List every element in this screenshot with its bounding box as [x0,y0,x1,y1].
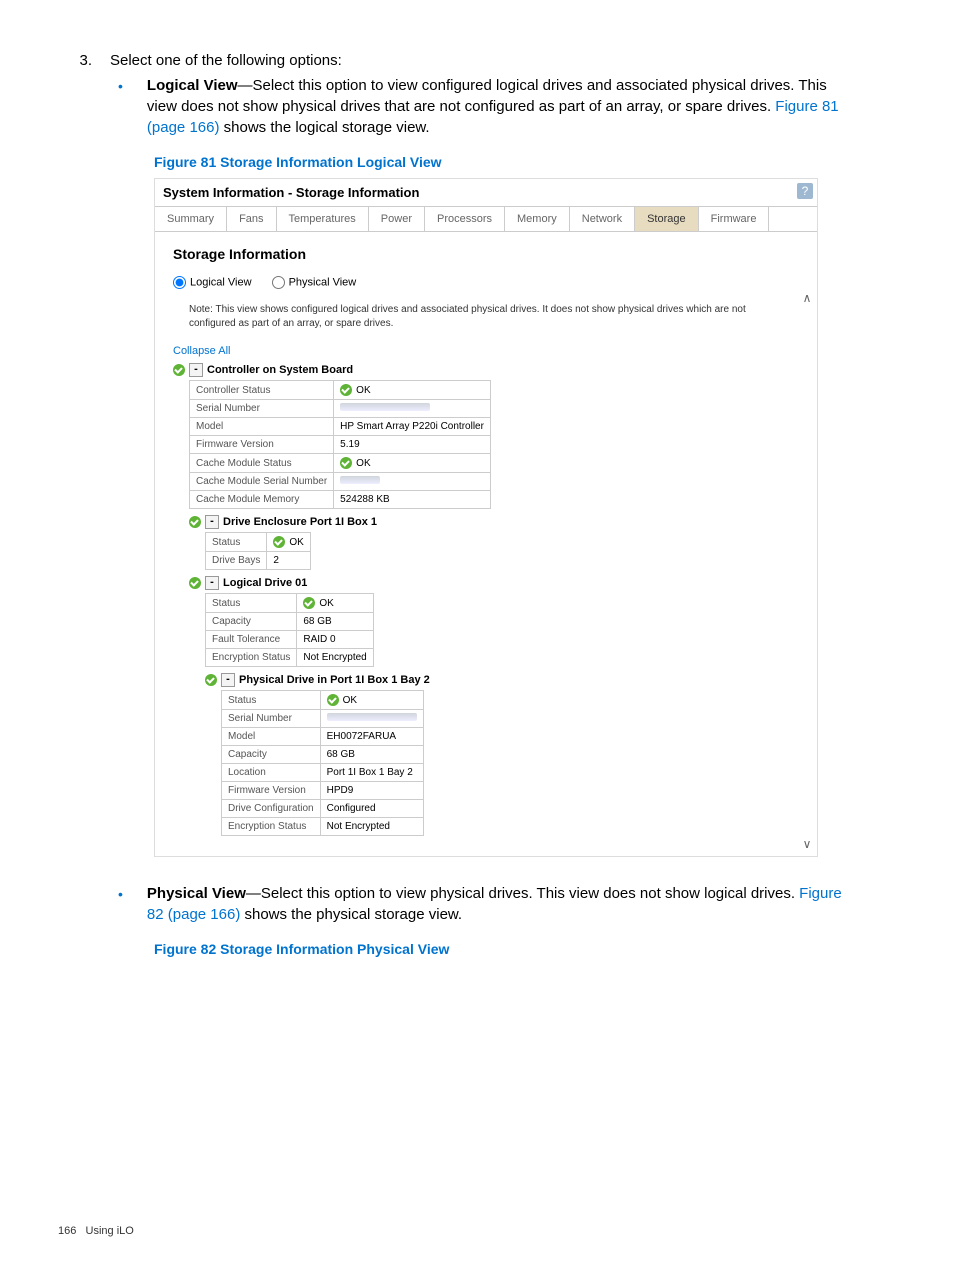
table-row: Firmware VersionHPD9 [222,782,424,800]
tab-network[interactable]: Network [570,207,635,231]
tab-memory[interactable]: Memory [505,207,570,231]
logical-drive-header[interactable]: - Logical Drive 01 [189,576,799,590]
radio-logical[interactable]: Logical View [173,276,252,289]
collapse-all-link[interactable]: Collapse All [173,345,799,357]
tab-bar: SummaryFansTemperaturesPowerProcessorsMe… [155,206,817,232]
bullet-body: Logical View—Select this option to view … [147,75,847,138]
collapse-toggle-icon[interactable]: - [221,673,235,687]
figure-caption: Figure 82 Storage Information Physical V… [154,941,896,957]
table-row: Firmware Version5.19 [190,436,491,454]
page-footer: 166 Using iLO [58,1225,134,1237]
radio-physical[interactable]: Physical View [272,276,357,289]
scroll-down-icon[interactable]: ∨ [799,836,815,852]
ok-icon [205,674,217,686]
bullet-title: Logical View [147,77,238,94]
system-info-panel: System Information - Storage Information… [154,178,818,857]
controller-table: Controller StatusOKSerial NumberModelHP … [189,380,491,509]
bullet-body: Physical View—Select this option to view… [147,883,847,925]
ok-icon [189,516,201,528]
bullet-dot: • [118,883,123,925]
view-note: Note: This view shows configured logical… [189,303,789,331]
logical-drive-table: StatusOKCapacity68 GBFault ToleranceRAID… [205,593,374,667]
table-row: Cache Module Memory524288 KB [190,491,491,509]
help-icon[interactable]: ? [797,183,813,199]
tab-storage[interactable]: Storage [635,207,699,231]
figure-caption: Figure 81 Storage Information Logical Vi… [154,154,896,170]
table-row: Controller StatusOK [190,381,491,400]
bullet-dot: • [118,75,123,138]
enclosure-table: StatusOKDrive Bays2 [205,532,311,570]
table-row: Drive ConfigurationConfigured [222,800,424,818]
table-row: StatusOK [206,533,311,552]
tab-processors[interactable]: Processors [425,207,505,231]
table-row: Capacity68 GB [222,746,424,764]
panel-title: System Information - Storage Information [155,179,817,206]
table-row: ModelHP Smart Array P220i Controller [190,418,491,436]
table-row: Serial Number [222,710,424,728]
table-row: Serial Number [190,400,491,418]
physical-drive-header[interactable]: - Physical Drive in Port 1I Box 1 Bay 2 [205,673,799,687]
tab-summary[interactable]: Summary [155,207,227,231]
controller-header[interactable]: - Controller on System Board [173,363,799,377]
table-row: ModelEH0072FARUA [222,728,424,746]
scroll-up-icon[interactable]: ∧ [799,290,815,306]
ok-icon [189,577,201,589]
physical-drive-table: StatusOKSerial NumberModelEH0072FARUACap… [221,690,424,836]
table-row: StatusOK [206,594,374,613]
tab-fans[interactable]: Fans [227,207,276,231]
table-row: Drive Bays2 [206,552,311,570]
section-title: Storage Information [173,246,799,262]
collapse-toggle-icon[interactable]: - [189,363,203,377]
table-row: StatusOK [222,691,424,710]
tab-firmware[interactable]: Firmware [699,207,770,231]
collapse-toggle-icon[interactable]: - [205,576,219,590]
table-row: Encryption StatusNot Encrypted [206,649,374,667]
table-row: Encryption StatusNot Encrypted [222,818,424,836]
step-number: 3. [58,52,110,69]
bullet-title: Physical View [147,885,246,902]
enclosure-header[interactable]: - Drive Enclosure Port 1I Box 1 [189,515,799,529]
ok-icon [173,364,185,376]
collapse-toggle-icon[interactable]: - [205,515,219,529]
table-row: LocationPort 1I Box 1 Bay 2 [222,764,424,782]
table-row: Fault ToleranceRAID 0 [206,631,374,649]
tab-temperatures[interactable]: Temperatures [277,207,369,231]
step-text: Select one of the following options: [110,52,342,69]
tab-power[interactable]: Power [369,207,425,231]
table-row: Cache Module Serial Number [190,473,491,491]
table-row: Capacity68 GB [206,613,374,631]
table-row: Cache Module StatusOK [190,454,491,473]
